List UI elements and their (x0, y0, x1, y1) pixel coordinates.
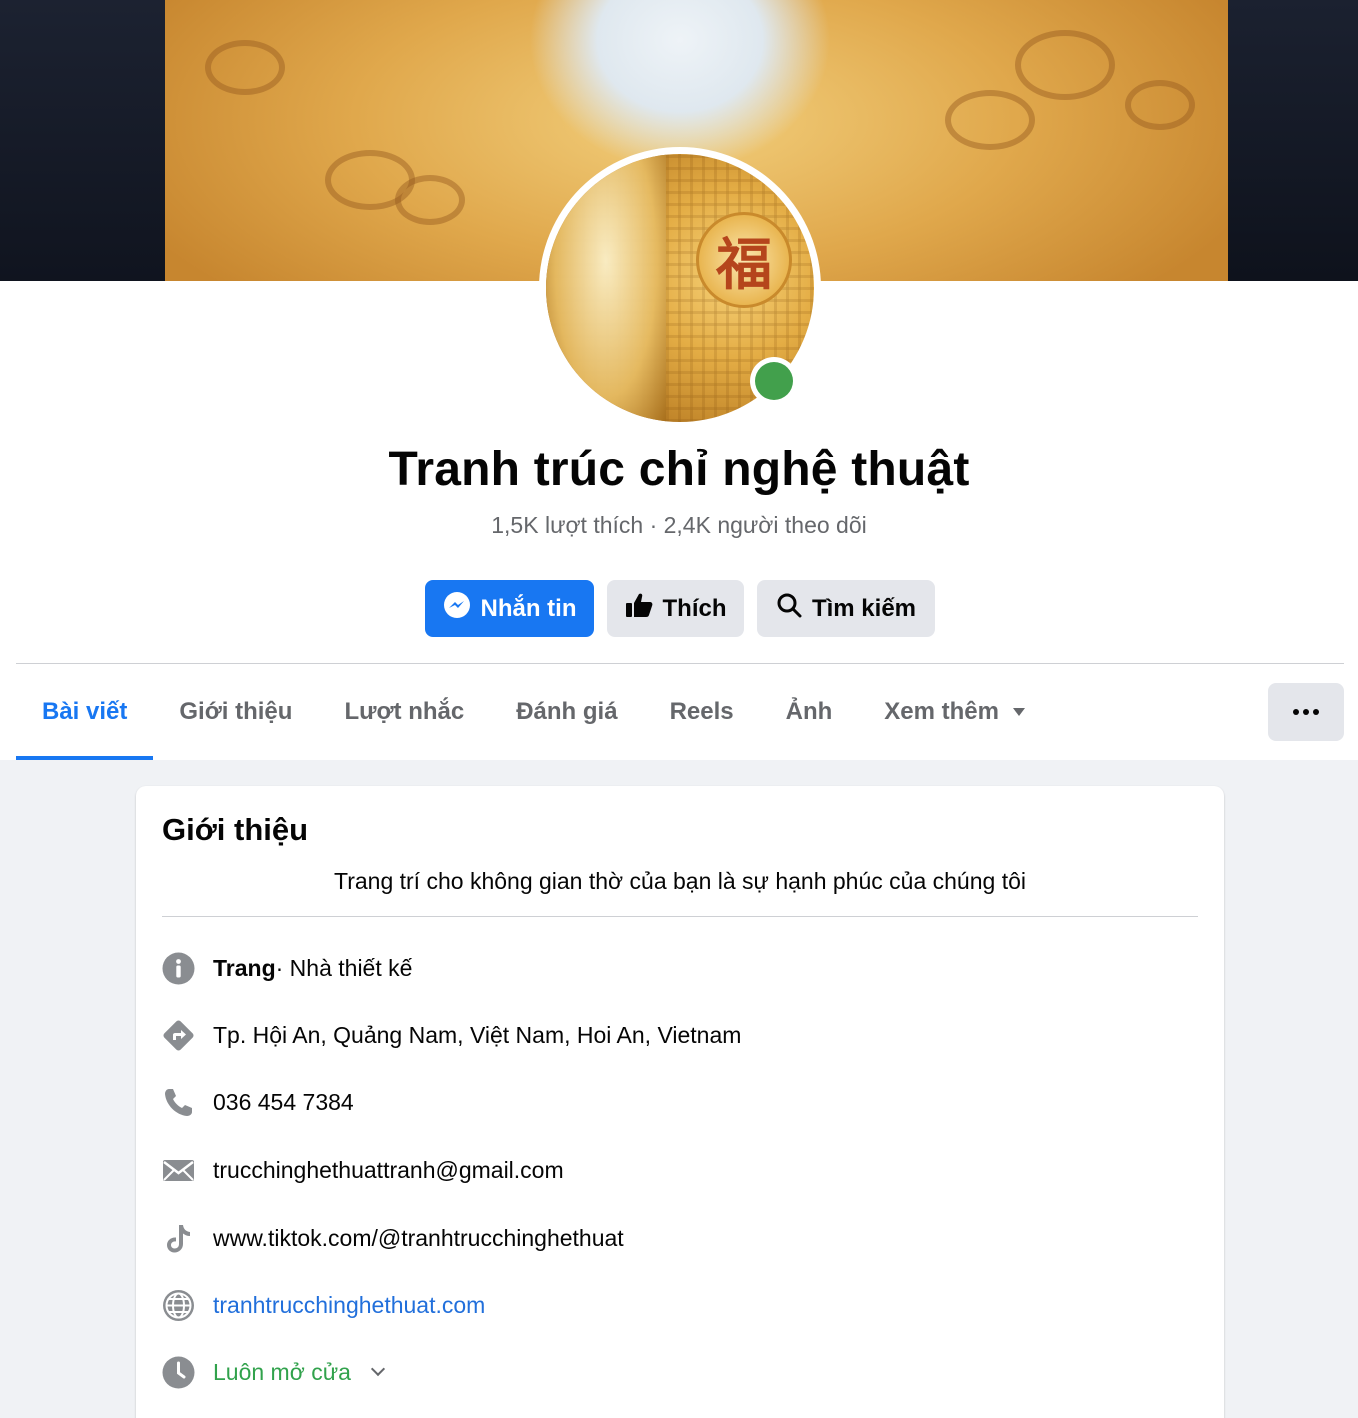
envelope-icon (162, 1154, 195, 1187)
cloud-motif (1125, 80, 1195, 130)
tab-see-more[interactable]: Xem thêm (858, 663, 1051, 760)
tiktok-text: www.tiktok.com/@tranhtrucchinghethuat (213, 1224, 624, 1251)
website-row[interactable]: tranhtrucchinghethuat.com (162, 1287, 485, 1323)
chevron-down-icon[interactable] (370, 1361, 385, 1377)
website-link[interactable]: tranhtrucchinghethuat.com (213, 1292, 485, 1319)
hours-row[interactable]: Luôn mở cửa (162, 1354, 385, 1390)
message-button-label: Nhắn tin (480, 594, 577, 622)
cloud-motif (395, 175, 465, 225)
cloud-motif (205, 40, 285, 95)
search-button[interactable]: Tìm kiếm (757, 580, 935, 637)
page-title: Tranh trúc chỉ nghệ thuật (388, 443, 970, 496)
phone-text: 036 454 7384 (213, 1088, 354, 1115)
info-icon (162, 952, 195, 985)
intro-card: Giới thiệu Trang trí cho không gian thờ … (136, 786, 1224, 1418)
address-row[interactable]: Tp. Hội An, Quảng Nam, Việt Nam, Hoi An,… (162, 1017, 741, 1053)
more-options-button[interactable] (1268, 683, 1344, 741)
thumbs-up-icon (625, 592, 653, 625)
intro-title: Giới thiệu (162, 812, 309, 847)
tab-reels[interactable]: Reels (644, 663, 760, 760)
cloud-motif (1015, 30, 1115, 100)
like-button[interactable]: Thích (607, 580, 744, 637)
phone-row[interactable]: 036 454 7384 (162, 1084, 354, 1120)
address-text: Tp. Hội An, Quảng Nam, Việt Nam, Hoi An,… (213, 1021, 742, 1048)
tiktok-icon (162, 1222, 195, 1255)
online-status-indicator (750, 357, 798, 405)
page-stats: 1,5K lượt thích · 2,4K người theo dõi (491, 512, 867, 538)
avatar-pine-panel (546, 154, 666, 422)
ellipsis-icon (1293, 709, 1299, 715)
clock-icon (162, 1356, 195, 1389)
phone-icon (162, 1086, 195, 1119)
search-icon (776, 592, 802, 625)
cover-frame-right (1228, 0, 1358, 281)
cloud-motif (945, 90, 1035, 150)
page-tabs: Bài viết Giới thiệu Lượt nhắc Đánh giá R… (16, 663, 1256, 760)
email-text: trucchinghethuattranh@gmail.com (213, 1156, 564, 1183)
globe-icon (162, 1289, 195, 1322)
tab-photos[interactable]: Ảnh (760, 663, 859, 760)
directions-icon (162, 1019, 195, 1052)
tab-reviews[interactable]: Đánh giá (490, 663, 643, 760)
tiktok-row[interactable]: www.tiktok.com/@tranhtrucchinghethuat (162, 1220, 624, 1256)
message-button[interactable]: Nhắn tin (425, 580, 594, 637)
like-button-label: Thích (662, 594, 727, 622)
search-button-label: Tìm kiếm (811, 594, 917, 622)
avatar-fortune-medallion: 福 (696, 212, 792, 308)
tab-mentions[interactable]: Lượt nhắc (318, 663, 490, 760)
category-text: · Nhà thiết kế (275, 954, 413, 981)
hours-text: Luôn mở cửa (213, 1358, 351, 1385)
messenger-icon (443, 591, 471, 626)
caret-down-icon (1012, 707, 1025, 716)
tab-about[interactable]: Giới thiệu (153, 663, 318, 760)
intro-divider (162, 916, 1198, 917)
email-row[interactable]: trucchinghethuattranh@gmail.com (162, 1152, 564, 1188)
category-prefix: Trang (213, 954, 276, 981)
intro-bio: Trang trí cho không gian thờ của bạn là … (334, 868, 1026, 894)
category-row: Trang · Nhà thiết kế (162, 950, 412, 986)
tab-posts[interactable]: Bài viết (16, 663, 154, 760)
cover-frame-left (0, 0, 165, 281)
